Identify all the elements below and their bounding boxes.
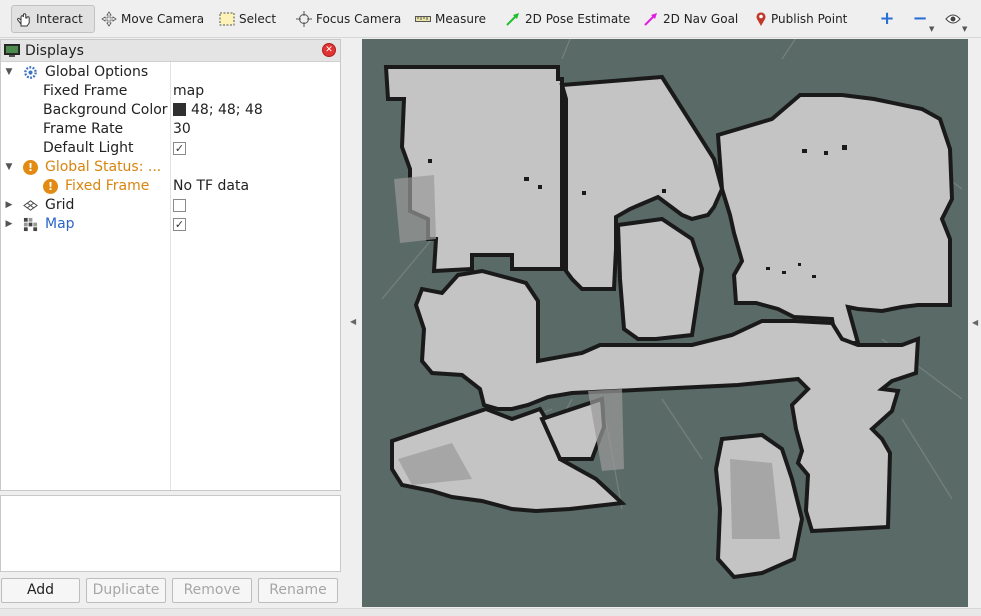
warning-icon: ! bbox=[43, 179, 58, 194]
nav-goal-label: 2D Nav Goal bbox=[663, 12, 739, 26]
color-swatch[interactable] bbox=[173, 103, 186, 116]
map-free-space bbox=[383, 65, 955, 580]
render-viewport[interactable] bbox=[362, 39, 968, 607]
vertical-splitter[interactable]: ◀ bbox=[344, 39, 362, 607]
global-options-label: Global Options bbox=[45, 64, 149, 80]
add-tool-button[interactable]: + bbox=[876, 8, 898, 30]
occupancy-map bbox=[381, 39, 963, 580]
tree-row-map[interactable]: ▶ Map ✓ bbox=[1, 215, 340, 234]
move-camera-icon bbox=[101, 11, 117, 27]
displays-panel: Displays ✕ ▼ Global Options Fixed Frame … bbox=[0, 39, 341, 491]
chevron-down-icon[interactable]: ▼ bbox=[962, 25, 967, 33]
display-tree: ▼ Global Options Fixed Frame map Backgro… bbox=[1, 62, 340, 490]
plus-icon: + bbox=[879, 8, 895, 29]
hand-pointer-icon bbox=[17, 13, 30, 27]
chevron-right-icon[interactable]: ▶ bbox=[4, 196, 14, 215]
pose-estimate-tool[interactable]: 2D Pose Estimate bbox=[501, 5, 634, 33]
chevron-right-icon[interactable]: ▶ bbox=[4, 215, 14, 234]
focus-camera-tool[interactable]: Focus Camera bbox=[292, 5, 405, 33]
add-button[interactable]: Add bbox=[1, 578, 80, 603]
description-panel bbox=[0, 495, 341, 572]
status-fixed-frame-value: No TF data bbox=[173, 178, 250, 194]
grid-icon bbox=[23, 200, 38, 211]
map-icon bbox=[23, 217, 38, 232]
close-icon[interactable]: ✕ bbox=[322, 43, 336, 57]
status-bar bbox=[0, 608, 981, 616]
collapse-left-icon[interactable]: ◀ bbox=[350, 317, 356, 326]
remove-tool-button[interactable]: − bbox=[909, 8, 931, 30]
frame-rate-value[interactable]: 30 bbox=[173, 120, 191, 139]
tree-row-global-status[interactable]: ▼ ! Global Status: ... bbox=[1, 158, 340, 177]
ruler-icon bbox=[415, 16, 431, 22]
tree-row-default-light[interactable]: Default Light ✓ bbox=[1, 139, 340, 158]
background-color-text: 48; 48; 48 bbox=[191, 102, 263, 118]
map-checkbox[interactable]: ✓ bbox=[173, 218, 186, 231]
interact-label: Interact bbox=[36, 12, 83, 26]
tree-row-grid[interactable]: ▶ Grid bbox=[1, 196, 340, 215]
tree-row-global-options[interactable]: ▼ Global Options bbox=[1, 63, 340, 82]
select-tool[interactable]: Select bbox=[215, 5, 280, 33]
chevron-down-icon[interactable]: ▼ bbox=[4, 158, 14, 177]
map-label: Map bbox=[45, 216, 75, 232]
interact-tool[interactable]: Interact bbox=[11, 5, 95, 33]
publish-point-tool[interactable]: Publish Point bbox=[751, 5, 851, 33]
fixed-frame-label: Fixed Frame bbox=[43, 83, 128, 99]
nav-goal-tool[interactable]: 2D Nav Goal bbox=[639, 5, 742, 33]
monitor-icon bbox=[4, 43, 20, 57]
publish-point-label: Publish Point bbox=[771, 12, 848, 26]
pose-estimate-label: 2D Pose Estimate bbox=[525, 12, 631, 26]
grid-label: Grid bbox=[45, 197, 75, 213]
global-status-label: Global Status: ... bbox=[45, 159, 162, 175]
default-light-checkbox[interactable]: ✓ bbox=[173, 142, 186, 155]
rename-button[interactable]: Rename bbox=[258, 578, 338, 603]
displays-title: Displays bbox=[25, 42, 84, 59]
tree-row-fixed-frame[interactable]: Fixed Frame map bbox=[1, 82, 340, 101]
minus-icon: − bbox=[912, 8, 928, 29]
fixed-frame-value[interactable]: map bbox=[173, 82, 204, 101]
chevron-down-icon[interactable]: ▼ bbox=[929, 25, 934, 33]
map-pin-icon bbox=[756, 12, 766, 26]
collapse-right-icon[interactable]: ◀ bbox=[972, 318, 978, 327]
toolbar: Interact Move Camera Select Focus Camera… bbox=[0, 0, 981, 38]
green-arrow-icon bbox=[506, 13, 519, 26]
default-light-label: Default Light bbox=[43, 140, 134, 156]
tree-row-status-fixed-frame[interactable]: ! Fixed Frame No TF data bbox=[1, 177, 340, 196]
background-color-label: Background Color bbox=[43, 102, 168, 118]
tree-row-background-color[interactable]: Background Color 48; 48; 48 bbox=[1, 101, 340, 120]
grid-checkbox[interactable] bbox=[173, 199, 186, 212]
status-fixed-frame-label: Fixed Frame bbox=[65, 178, 150, 194]
warning-icon: ! bbox=[23, 160, 38, 175]
tree-row-frame-rate[interactable]: Frame Rate 30 bbox=[1, 120, 340, 139]
measure-label: Measure bbox=[435, 12, 486, 26]
select-rect-icon bbox=[219, 12, 235, 26]
remove-button[interactable]: Remove bbox=[172, 578, 252, 603]
chevron-down-icon[interactable]: ▼ bbox=[4, 63, 14, 82]
gear-icon bbox=[24, 66, 37, 79]
frame-rate-label: Frame Rate bbox=[43, 121, 124, 137]
focus-camera-label: Focus Camera bbox=[316, 12, 402, 26]
move-camera-tool[interactable]: Move Camera bbox=[97, 5, 208, 33]
select-label: Select bbox=[239, 12, 277, 26]
displays-title-bar: Displays ✕ bbox=[1, 40, 340, 62]
duplicate-button[interactable]: Duplicate bbox=[86, 578, 166, 603]
background-color-value[interactable]: 48; 48; 48 bbox=[173, 101, 263, 120]
magenta-arrow-icon bbox=[644, 13, 657, 26]
eye-icon bbox=[945, 14, 961, 24]
focus-camera-icon bbox=[296, 11, 312, 27]
panels-menu-button[interactable] bbox=[942, 8, 964, 30]
measure-tool[interactable]: Measure bbox=[411, 5, 490, 33]
move-camera-label: Move Camera bbox=[121, 12, 205, 26]
